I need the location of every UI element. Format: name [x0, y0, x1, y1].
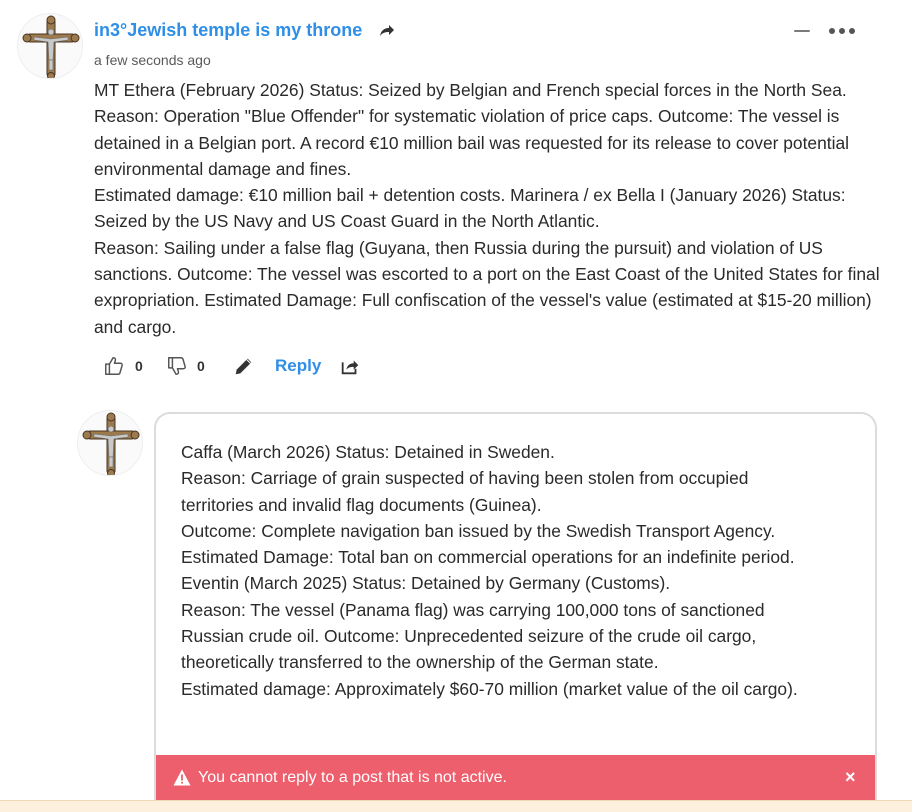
reply-button[interactable]: Reply — [275, 352, 321, 380]
thumbs-up-icon — [105, 357, 123, 375]
reply-editor-content[interactable]: Caffa (March 2026) Status: Detained in S… — [181, 439, 861, 702]
upvote-button[interactable]: 0 — [103, 352, 143, 380]
reply-line: Outcome: Complete navigation ban issued … — [181, 520, 776, 541]
pencil-icon — [235, 358, 252, 375]
page-footer-bar — [0, 800, 912, 812]
comment-body: MT Ethera (February 2026) Status: Seized… — [94, 77, 884, 340]
reply-line: theoretically transferred to the ownersh… — [181, 652, 659, 673]
share-post-button[interactable] — [339, 352, 361, 380]
comment-timestamp: a few seconds ago — [94, 52, 211, 68]
upvote-count: 0 — [135, 358, 143, 374]
minimize-icon[interactable] — [794, 24, 812, 38]
alert-close-button[interactable]: × — [845, 767, 856, 788]
more-options-icon[interactable] — [829, 22, 857, 40]
reply-line: Reason: The vessel (Panama flag) was car… — [181, 599, 765, 620]
comment-paragraph: Reason: Sailing under a false flag (Guya… — [94, 237, 880, 337]
reply-line: territories and invalid flag documents (… — [181, 494, 542, 515]
reply-line: Estimated damage: Approximately $60-70 m… — [181, 678, 798, 699]
crucifix-avatar-icon — [22, 15, 80, 78]
reply-label: Reply — [275, 356, 322, 375]
reply-line: Estimated Damage: Total ban on commercia… — [181, 547, 795, 568]
reply-line: Eventin (March 2025) Status: Detained by… — [181, 573, 671, 594]
reply-line: Reason: Carriage of grain suspected of h… — [181, 468, 749, 489]
share-arrow-icon[interactable] — [376, 21, 396, 41]
downvote-button[interactable]: 0 — [166, 352, 205, 380]
author-avatar[interactable] — [17, 13, 83, 79]
edit-button[interactable] — [233, 352, 255, 380]
comment-paragraph: MT Ethera (February 2026) Status: Seized… — [94, 80, 850, 179]
comment-paragraph: Estimated damage: €10 million bail + det… — [94, 185, 846, 232]
alert-message: You cannot reply to a post that is not a… — [198, 769, 507, 786]
comment-actions: 0 0 Reply — [103, 352, 403, 380]
warning-triangle-icon — [173, 769, 191, 786]
downvote-count: 0 — [197, 358, 205, 374]
thumbs-down-icon — [168, 357, 186, 375]
reply-line: Caffa (March 2026) Status: Detained in S… — [181, 442, 555, 462]
author-name[interactable]: in3°Jewish temple is my throne — [94, 20, 362, 41]
inactive-post-alert: You cannot reply to a post that is not a… — [156, 755, 875, 800]
share-box-icon — [341, 360, 359, 375]
crucifix-avatar-icon — [82, 412, 140, 475]
reply-author-avatar[interactable] — [77, 410, 143, 476]
reply-line: Russian crude oil. Outcome: Unprecedente… — [181, 626, 757, 647]
